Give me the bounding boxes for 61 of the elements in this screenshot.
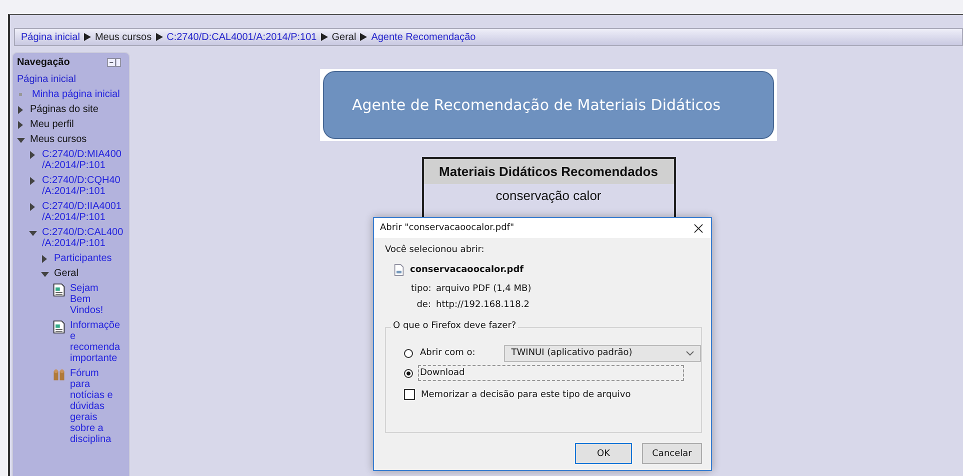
separator-icon bbox=[84, 33, 91, 41]
radio-button[interactable] bbox=[404, 368, 413, 378]
nav-item[interactable]: Geral bbox=[54, 268, 78, 279]
nav-link[interactable]: C:2740/D:CQH40 /A:2014/P:101 bbox=[42, 175, 120, 197]
nav-link[interactable]: Minha página inicial bbox=[32, 89, 120, 100]
collapsed-arrow-icon[interactable] bbox=[30, 151, 35, 159]
nav-link[interactable]: Informaçõe e recomenda importante bbox=[70, 320, 120, 364]
document-icon bbox=[53, 320, 65, 334]
table-cell: conservação calor bbox=[422, 184, 674, 207]
file-icon bbox=[394, 264, 404, 276]
close-icon[interactable] bbox=[694, 224, 703, 232]
nav-link[interactable]: Participantes bbox=[54, 253, 112, 264]
nav-item[interactable]: Meus cursos bbox=[30, 134, 87, 145]
radio-button[interactable] bbox=[404, 348, 413, 358]
checkbox-label[interactable]: Memorizar a decisão para este tipo de arquivo bbox=[421, 390, 631, 400]
type-value: arquivo PDF (1,4 MB) bbox=[436, 284, 532, 294]
breadcrumb-link[interactable]: Página inicial bbox=[21, 32, 80, 42]
nav-link[interactable]: C:2740/D:MIA400 /A:2014/P:101 bbox=[42, 149, 122, 171]
breadcrumb-link[interactable]: Agente Recomendação bbox=[371, 32, 476, 42]
dialog-title: Abrir "conservacaoocalor.pdf" bbox=[380, 223, 514, 233]
collapsed-arrow-icon[interactable] bbox=[42, 255, 47, 263]
dock-icon[interactable] bbox=[107, 58, 121, 66]
intro-text: Você selecionou abrir: bbox=[385, 245, 486, 255]
breadcrumb-text: Geral bbox=[332, 32, 356, 42]
separator-icon bbox=[156, 33, 163, 41]
separator-icon bbox=[320, 33, 328, 41]
collapsed-arrow-icon[interactable] bbox=[30, 177, 35, 185]
nav-link[interactable]: Sejam Bem Vindos! bbox=[70, 283, 104, 316]
cancel-button[interactable]: Cancelar bbox=[642, 443, 702, 464]
expanded-arrow-icon[interactable] bbox=[41, 272, 49, 277]
nav-item[interactable]: Meu perfil bbox=[30, 119, 74, 130]
group-title: O que o Firefox deve fazer? bbox=[391, 321, 518, 331]
nav-link[interactable]: C:2740/D:CAL400 /A:2014/P:101 bbox=[42, 227, 124, 249]
collapsed-arrow-icon[interactable] bbox=[30, 203, 35, 211]
file-name: conservacaoocalor.pdf bbox=[410, 265, 524, 275]
bullet-icon bbox=[19, 93, 22, 96]
panel-title: Navegação bbox=[17, 56, 70, 68]
expanded-arrow-icon[interactable] bbox=[29, 231, 37, 236]
app-dropdown[interactable]: TWINUI (aplicativo padrão) bbox=[504, 344, 701, 362]
people-icon bbox=[53, 368, 65, 382]
nav-link[interactable]: Fórum para notícias e dúvidas gerais sobre a disciplina bbox=[70, 368, 113, 445]
option-label[interactable]: Download bbox=[418, 365, 684, 381]
breadcrumb-link[interactable]: C:2740/D:CAL4001/A:2014/P:101 bbox=[166, 32, 317, 42]
type-label: tipo: bbox=[411, 284, 431, 294]
source-value: http://192.168.118.2 bbox=[436, 300, 530, 310]
chevron-icon bbox=[686, 350, 694, 356]
document-icon bbox=[53, 283, 65, 297]
collapsed-arrow-icon[interactable] bbox=[18, 106, 23, 114]
nav-link[interactable]: C:2740/D:IIA4001 /A:2014/P:101 bbox=[42, 201, 122, 223]
ok-button[interactable]: OK bbox=[575, 443, 632, 464]
expanded-arrow-icon[interactable] bbox=[17, 138, 25, 143]
source-label: de: bbox=[416, 300, 431, 310]
nav-link[interactable]: Página inicial bbox=[17, 74, 76, 85]
nav-item[interactable]: Páginas do site bbox=[30, 104, 98, 115]
banner-title: Agente de Recomendação de Materiais Didáticos bbox=[352, 96, 721, 114]
table-header: Materiais Didáticos Recomendados bbox=[422, 158, 674, 184]
checkbox[interactable] bbox=[404, 389, 415, 400]
separator-icon bbox=[360, 33, 368, 41]
option-label[interactable]: Abrir com o: bbox=[418, 345, 478, 361]
collapsed-arrow-icon[interactable] bbox=[18, 121, 23, 129]
breadcrumb-text: Meus cursos bbox=[94, 32, 152, 42]
